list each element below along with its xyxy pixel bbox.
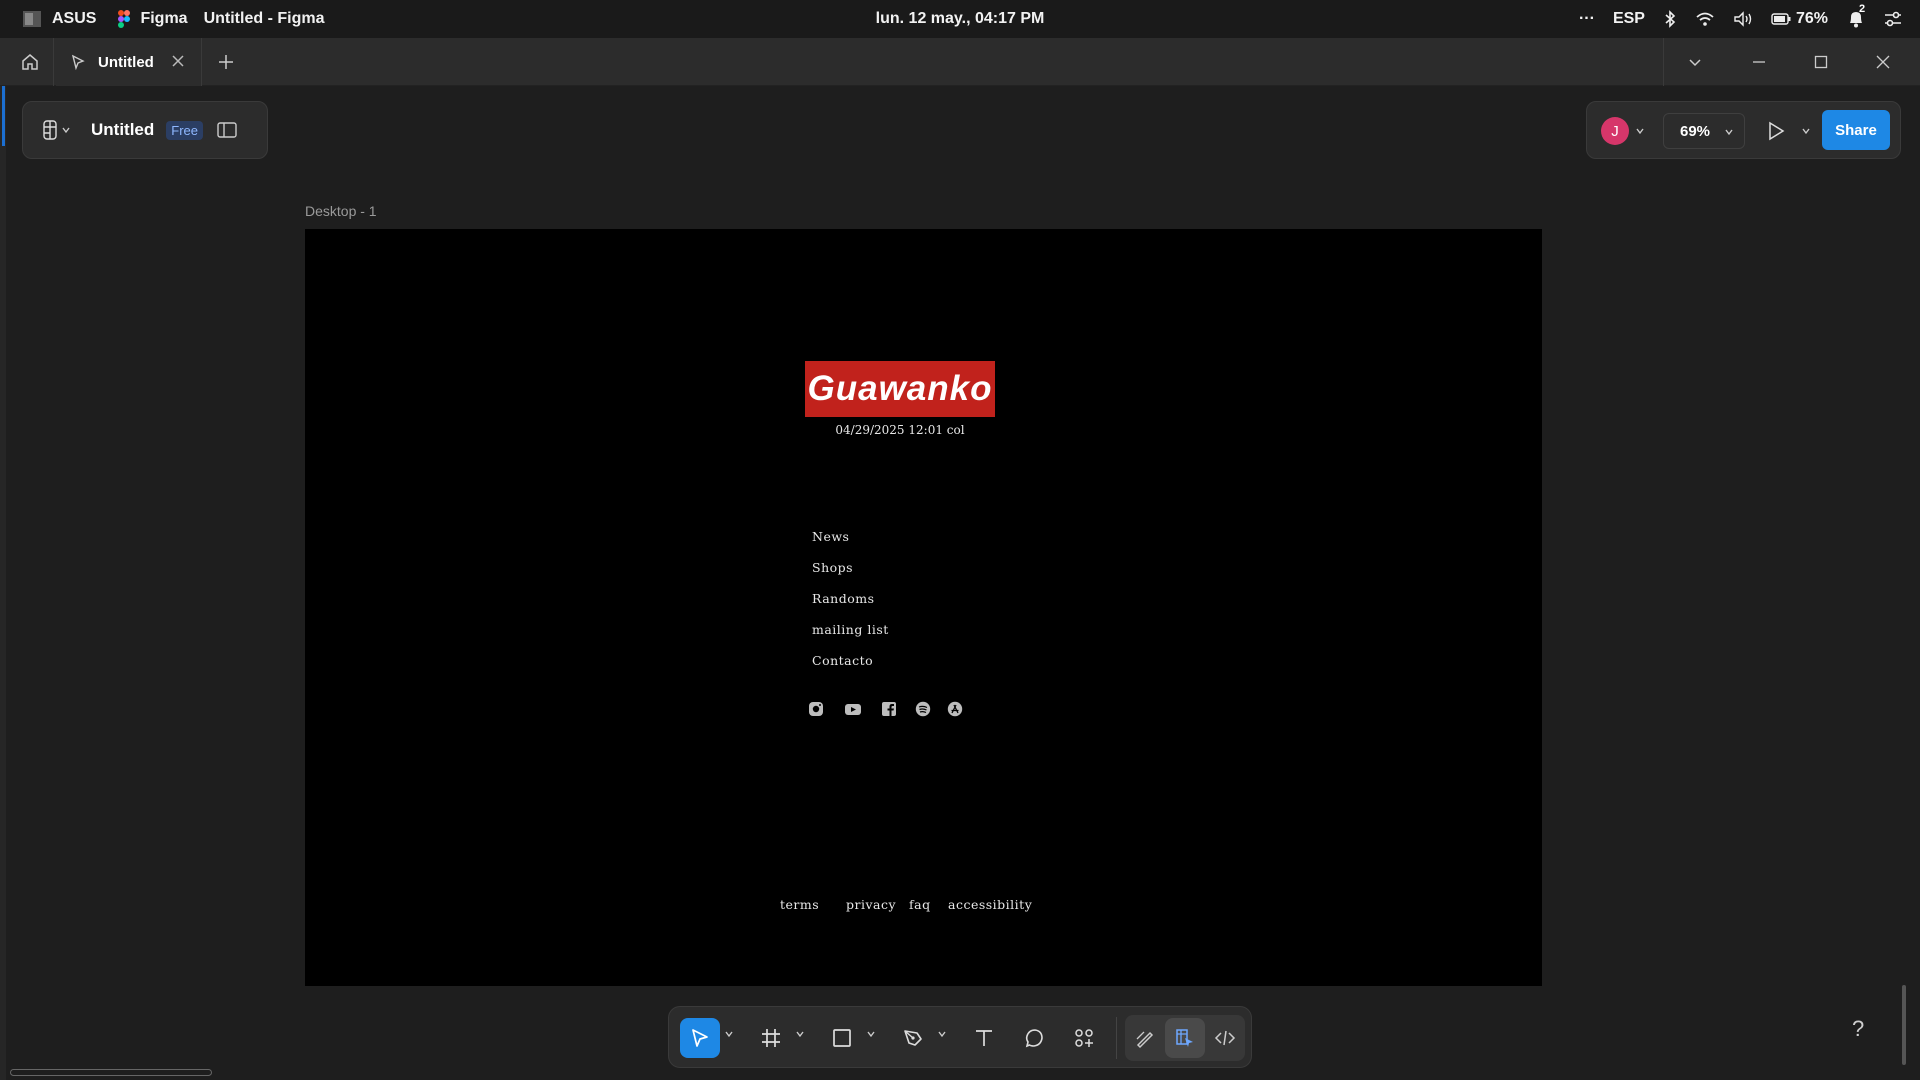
code-icon	[1214, 1027, 1236, 1049]
tab-bar: Untitled	[0, 38, 1920, 86]
system-clock[interactable]: lun. 12 may., 04:17 PM	[876, 10, 1045, 28]
bottom-toolbar	[668, 1006, 1252, 1068]
battery-percent: 76%	[1795, 10, 1828, 27]
move-tool-button[interactable]	[680, 1018, 720, 1058]
text-tool-button[interactable]	[964, 1018, 1004, 1058]
system-menu-bar: ASUS Figma Untitled - Figma lun. 12 may.…	[0, 0, 1920, 38]
menu-item-shops[interactable]: Shops	[812, 560, 853, 575]
language-indicator[interactable]: ESP	[1613, 10, 1645, 28]
chevron-down-icon	[1687, 54, 1703, 70]
close-tab-icon[interactable]	[169, 52, 187, 70]
battery-status[interactable]: 76%	[1771, 10, 1828, 28]
close-window-button[interactable]	[1852, 38, 1914, 86]
tabs-dropdown-button[interactable]	[1664, 38, 1726, 86]
draw-mode-button[interactable]	[1125, 1018, 1165, 1058]
brand-label[interactable]: ASUS	[52, 10, 96, 28]
pen-icon	[902, 1027, 924, 1049]
menu-item-contacto[interactable]: Contacto	[812, 653, 873, 668]
plan-badge[interactable]: Free	[166, 120, 204, 140]
design-mode-button[interactable]	[1165, 1018, 1205, 1058]
notifications-icon[interactable]: 2	[1846, 3, 1866, 29]
vertical-scrollbar[interactable]	[1902, 985, 1906, 1065]
chevron-down-icon[interactable]	[866, 1029, 876, 1039]
zoom-level: 69%	[1680, 122, 1711, 140]
appstore-icon[interactable]	[947, 701, 963, 717]
minimize-icon	[1751, 54, 1767, 70]
components-icon	[1073, 1027, 1095, 1049]
frame-tool-button[interactable]	[751, 1018, 791, 1058]
more-icon[interactable]: ···	[1579, 10, 1595, 28]
rectangle-tool-button[interactable]	[822, 1018, 862, 1058]
app-name[interactable]: Figma	[140, 10, 187, 28]
header-controls: J 69% Share	[1586, 101, 1901, 159]
minimize-button[interactable]	[1728, 38, 1790, 86]
figma-logo-icon	[118, 10, 131, 28]
chevron-down-icon[interactable]	[1801, 126, 1811, 136]
horizontal-scrollbar[interactable]	[10, 1069, 212, 1076]
tab-label: Untitled	[98, 53, 154, 71]
asus-logo-icon[interactable]	[22, 9, 42, 29]
notification-count: 2	[1859, 3, 1866, 15]
chevron-down-icon[interactable]	[937, 1029, 947, 1039]
pen-tool-button[interactable]	[893, 1018, 933, 1058]
file-panel: Untitled Free	[22, 101, 268, 159]
present-play-icon[interactable]	[1767, 121, 1785, 141]
main-menu-button[interactable]	[43, 120, 71, 140]
desktop-frame[interactable]: Guawanko 04/29/2025 12:01 col News Shops…	[305, 229, 1542, 986]
footer-link-faq[interactable]: faq	[909, 897, 931, 912]
frame-hash-icon	[760, 1027, 782, 1049]
menu-item-news[interactable]: News	[812, 529, 849, 544]
actions-tool-button[interactable]	[1064, 1018, 1104, 1058]
window-title: Untitled - Figma	[203, 10, 325, 27]
toggle-sidebar-button[interactable]	[217, 122, 237, 138]
design-mode-icon	[1174, 1027, 1196, 1049]
draw-pencil-icon	[1134, 1027, 1156, 1049]
toolbar-divider	[1116, 1017, 1117, 1059]
menu-item-mailing-list[interactable]: mailing list	[812, 622, 889, 637]
comment-icon	[1023, 1027, 1045, 1049]
home-button[interactable]	[6, 38, 54, 86]
instagram-icon[interactable]	[808, 701, 824, 717]
control-center-icon[interactable]	[1884, 11, 1902, 27]
chevron-down-icon	[1724, 127, 1734, 137]
dev-mode-button[interactable]	[1205, 1018, 1245, 1058]
chevron-down-icon[interactable]	[1635, 126, 1645, 136]
menu-item-randoms[interactable]: Randoms	[812, 591, 875, 606]
close-icon	[1875, 54, 1891, 70]
text-icon	[973, 1027, 995, 1049]
help-button[interactable]: ?	[1852, 1016, 1864, 1042]
zoom-dropdown[interactable]: 69%	[1663, 113, 1745, 149]
chevron-down-icon	[61, 125, 71, 135]
spotify-icon[interactable]	[915, 701, 931, 717]
figma-menu-icon	[43, 120, 57, 140]
cursor-icon	[689, 1027, 711, 1049]
footer-link-terms[interactable]: terms	[780, 897, 819, 912]
home-icon	[21, 53, 39, 71]
bluetooth-icon[interactable]	[1663, 10, 1677, 28]
maximize-button[interactable]	[1790, 38, 1852, 86]
file-name[interactable]: Untitled	[91, 120, 154, 140]
footer-link-accessibility[interactable]: accessibility	[948, 897, 1032, 912]
rectangle-icon	[831, 1027, 853, 1049]
chevron-down-icon[interactable]	[724, 1029, 734, 1039]
comment-tool-button[interactable]	[1014, 1018, 1054, 1058]
youtube-icon[interactable]	[844, 701, 862, 717]
volume-icon[interactable]	[1733, 11, 1753, 27]
chevron-down-icon[interactable]	[795, 1029, 805, 1039]
share-button[interactable]: Share	[1822, 110, 1890, 150]
user-avatar[interactable]: J	[1601, 117, 1629, 145]
draft-file-icon	[70, 54, 86, 70]
facebook-icon[interactable]	[881, 701, 897, 717]
new-tab-button[interactable]	[214, 50, 238, 74]
tab-untitled[interactable]: Untitled	[56, 38, 202, 86]
wifi-icon[interactable]	[1695, 11, 1715, 27]
battery-icon	[1771, 13, 1791, 25]
plus-icon	[214, 50, 238, 74]
footer-link-privacy[interactable]: privacy	[846, 897, 896, 912]
site-logo[interactable]: Guawanko	[805, 361, 995, 417]
site-datetime[interactable]: 04/29/2025 12:01 col	[805, 423, 995, 437]
frame-label[interactable]: Desktop - 1	[305, 203, 377, 219]
mode-switcher	[1125, 1015, 1245, 1061]
maximize-icon	[1813, 54, 1829, 70]
